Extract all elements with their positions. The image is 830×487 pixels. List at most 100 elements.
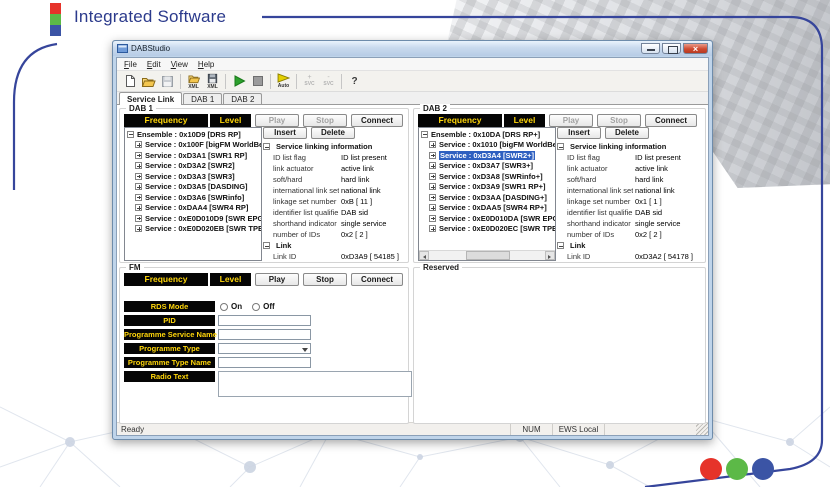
tree-item-service[interactable]: Service : 0xD3A5 [DASDING] — [125, 182, 261, 193]
auto-button[interactable]: Auto — [274, 72, 293, 91]
expand-icon[interactable] — [135, 194, 142, 201]
expand-icon[interactable] — [135, 141, 142, 148]
tab-dab1[interactable]: DAB 1 — [183, 93, 222, 104]
menu-view[interactable]: View — [166, 60, 193, 69]
expand-icon[interactable] — [429, 162, 436, 169]
property-row[interactable]: soft/hardhard link — [557, 174, 702, 185]
menu-file[interactable]: File — [119, 60, 142, 69]
expand-icon[interactable] — [429, 215, 436, 222]
close-button[interactable]: × — [683, 43, 708, 54]
programme-type-name-input[interactable] — [218, 357, 311, 368]
property-row[interactable]: international link set ...national link — [557, 185, 702, 196]
fm-frequency-button[interactable]: Frequency — [124, 273, 208, 286]
tree-item-service[interactable]: Service : 0xDAA4 [SWR4 RP] — [125, 203, 261, 214]
tree-item-service[interactable]: Service : 0xE0D010DA [SWR EPG+] — [419, 213, 555, 224]
add-service-button[interactable]: + SVC — [300, 72, 319, 91]
tree-item-service[interactable]: Service : 0xD3A8 [SWRinfo+] — [419, 171, 555, 182]
titlebar[interactable]: DABStudio × — [113, 41, 712, 56]
tab-dab2[interactable]: DAB 2 — [223, 93, 262, 104]
fm-stop-button[interactable]: Stop — [303, 273, 347, 286]
property-row[interactable]: Link ID0xD3A2 [ 54178 ] — [557, 251, 702, 262]
menu-help[interactable]: Help — [193, 60, 219, 69]
property-row[interactable]: identifier list qualifierDAB sid — [557, 207, 702, 218]
property-row[interactable]: international link set ...national link — [263, 185, 408, 196]
dab1-connect-button[interactable]: Connect — [351, 114, 403, 127]
resize-grip[interactable] — [696, 423, 708, 435]
tree-item-service[interactable]: Service : 0xE0D010D9 [SWR EPG] — [125, 213, 261, 224]
menu-edit[interactable]: Edit — [142, 60, 166, 69]
save-xml-button[interactable]: XML — [203, 72, 222, 91]
dab2-play-button[interactable]: Play — [549, 114, 593, 127]
collapse-icon[interactable] — [263, 143, 270, 150]
programme-type-select[interactable] — [218, 343, 311, 354]
expand-icon[interactable] — [135, 173, 142, 180]
dab2-frequency-button[interactable]: Frequency — [418, 114, 502, 127]
tree-item-service[interactable]: Service : 0xD3A6 [SWRinfo] — [125, 192, 261, 203]
collapse-icon[interactable] — [421, 131, 428, 138]
dab1-delete-button[interactable]: Delete — [311, 127, 355, 139]
tree-item-service[interactable]: Service : 0xD3A9 [SWR1 RP+] — [419, 182, 555, 193]
dab1-insert-button[interactable]: Insert — [263, 127, 307, 139]
expand-icon[interactable] — [135, 152, 142, 159]
property-section[interactable]: Service linking information — [263, 141, 408, 152]
fm-connect-button[interactable]: Connect — [351, 273, 403, 286]
scrollbar-track[interactable] — [429, 251, 545, 260]
dab1-frequency-button[interactable]: Frequency — [124, 114, 208, 127]
expand-icon[interactable] — [429, 225, 436, 232]
dab2-delete-button[interactable]: Delete — [605, 127, 649, 139]
expand-icon[interactable] — [429, 141, 436, 148]
tree-item-ensemble[interactable]: Ensemble : 0x10D9 [DRS RP] — [125, 129, 261, 140]
property-row[interactable]: linkage set number0xB [ 11 ] — [263, 196, 408, 207]
property-row[interactable]: link actuatoractive link — [263, 163, 408, 174]
property-row[interactable]: shorthand indicatorsingle service — [557, 218, 702, 229]
collapse-icon[interactable] — [127, 131, 134, 138]
tree-item-service[interactable]: Service : 0xD3A7 [SWR3+] — [419, 161, 555, 172]
dab2-insert-button[interactable]: Insert — [557, 127, 601, 139]
property-row[interactable]: ID list flagID list present — [557, 152, 702, 163]
property-section[interactable]: Link — [263, 240, 408, 251]
help-button[interactable]: ? — [345, 72, 364, 91]
scroll-right-icon[interactable] — [545, 251, 555, 260]
tab-service-link[interactable]: Service Link — [119, 92, 182, 105]
scrollbar-thumb[interactable] — [466, 251, 510, 260]
minimize-button[interactable] — [641, 43, 660, 54]
collapse-icon[interactable] — [557, 242, 564, 249]
expand-icon[interactable] — [429, 194, 436, 201]
collapse-icon[interactable] — [263, 242, 270, 249]
rds-on-radio[interactable] — [220, 303, 228, 311]
expand-icon[interactable] — [429, 173, 436, 180]
property-row[interactable]: Link ID0xD3A9 [ 54185 ] — [263, 251, 408, 262]
open-xml-button[interactable]: XML — [184, 72, 203, 91]
dab1-play-button[interactable]: Play — [255, 114, 299, 127]
expand-icon[interactable] — [135, 204, 142, 211]
dab1-level-button[interactable]: Level — [210, 114, 251, 127]
horizontal-scrollbar[interactable] — [419, 250, 555, 260]
expand-icon[interactable] — [429, 152, 436, 159]
property-row[interactable]: shorthand indicatorsingle service — [263, 218, 408, 229]
expand-icon[interactable] — [135, 215, 142, 222]
expand-icon[interactable] — [135, 225, 142, 232]
property-row[interactable]: linkage set number0x1 [ 1 ] — [557, 196, 702, 207]
save-button[interactable] — [158, 72, 177, 91]
tree-item-service[interactable]: Service : 0xD3A1 [SWR1 RP] — [125, 150, 261, 161]
open-button[interactable] — [139, 72, 158, 91]
stop-button[interactable] — [248, 72, 267, 91]
maximize-button[interactable] — [662, 43, 681, 54]
expand-icon[interactable] — [429, 204, 436, 211]
tree-item-service[interactable]: Service : 0x100F [bigFM WorldBeats] — [125, 140, 261, 151]
radio-text-textarea[interactable] — [218, 371, 412, 397]
tree-item-service[interactable]: Service : 0xE0D020EB [SWR TPEG] — [125, 224, 261, 235]
expand-icon[interactable] — [429, 183, 436, 190]
dab2-connect-button[interactable]: Connect — [645, 114, 697, 127]
tree-item-service-selected[interactable]: Service : 0xD3A4 [SWR2+] — [419, 150, 555, 161]
expand-icon[interactable] — [135, 183, 142, 190]
rds-off-radio[interactable] — [252, 303, 260, 311]
property-row[interactable]: identifier list qualifierDAB sid — [263, 207, 408, 218]
tree-item-ensemble[interactable]: Ensemble : 0x10DA [DRS RP+] — [419, 129, 555, 140]
play-button[interactable] — [229, 72, 248, 91]
tree-item-service[interactable]: Service : 0xD3A2 [SWR2] — [125, 161, 261, 172]
tree-item-service[interactable]: Service : 0xD3A3 [SWR3] — [125, 171, 261, 182]
property-row[interactable]: number of IDs0x2 [ 2 ] — [263, 229, 408, 240]
fm-play-button[interactable]: Play — [255, 273, 299, 286]
pid-input[interactable] — [218, 315, 311, 326]
